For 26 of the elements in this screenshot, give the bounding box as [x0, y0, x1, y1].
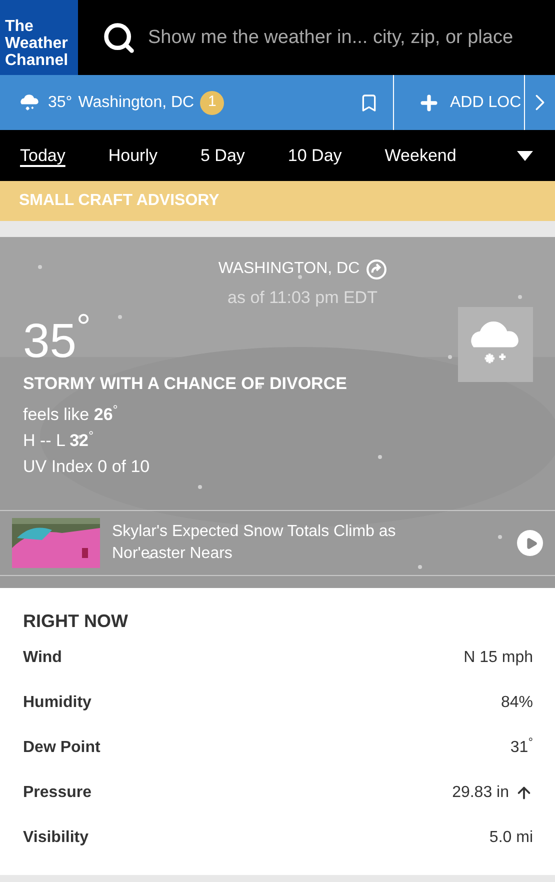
nav-tab[interactable]: Today	[20, 142, 66, 168]
nav-tab[interactable]: Weekend	[384, 142, 456, 168]
logo[interactable]: The Weather Channel	[0, 0, 78, 75]
section-title: RIGHT NOW	[23, 610, 129, 633]
condition-label: Pressure	[23, 782, 92, 802]
location-button[interactable]: 35° Washington, DC 1	[0, 75, 393, 130]
condition-value: 31$^{°}$	[510, 736, 533, 758]
condition-label: Humidity	[23, 692, 92, 712]
condition-value: 29.83 in	[452, 782, 509, 802]
nav-tab[interactable]: 5 Day	[200, 142, 245, 168]
condition-value: 84%	[500, 692, 533, 712]
search-button[interactable]	[78, 0, 148, 75]
notification-badge: 1	[200, 90, 224, 114]
nav-tab[interactable]: 10 Day	[288, 142, 342, 168]
condition-label: Visibility	[23, 828, 89, 848]
condition-value: 5.0 mi	[489, 828, 533, 848]
dropdown-caret-icon[interactable]	[517, 150, 533, 160]
nav-tab[interactable]: Hourly	[108, 142, 158, 168]
condition-label: Wind	[23, 648, 62, 668]
location-name: Washington, DC	[78, 92, 194, 112]
search-field[interactable]: Show me the weather in... city, zip, or place	[148, 0, 555, 75]
search-icon	[102, 20, 136, 54]
condition-value: N 15 mph	[464, 648, 533, 668]
add-location-button[interactable]: ADD LOC	[394, 75, 524, 130]
condition-label: Dew Point	[23, 738, 100, 758]
current-temperature: 35°	[48, 92, 72, 112]
